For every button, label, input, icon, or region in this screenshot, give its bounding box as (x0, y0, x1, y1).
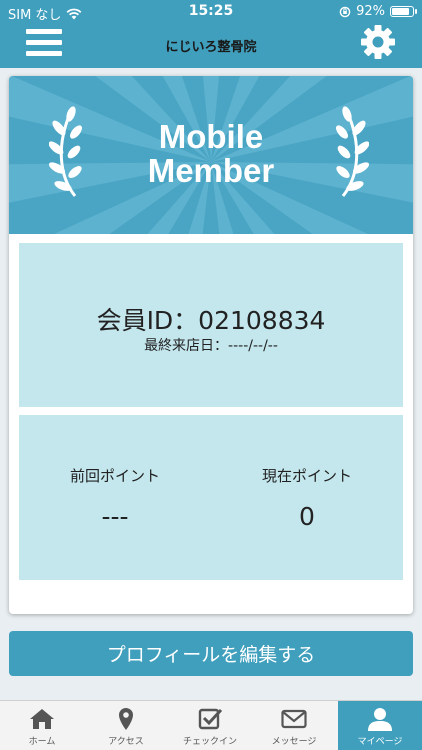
member-card: Mobile Member 会員ID：02108834 最終来店日：----/-… (9, 76, 413, 614)
tab-home[interactable]: ホーム (0, 701, 84, 750)
member-id: 会員ID：02108834 (96, 306, 326, 335)
tab-message[interactable]: メッセージ (252, 701, 336, 750)
tab-access[interactable]: アクセス (84, 701, 168, 750)
current-points: 現在ポイント 0 (211, 465, 403, 531)
settings-gear-icon[interactable] (360, 24, 396, 60)
current-points-value: 0 (299, 502, 315, 531)
tab-checkin-label: チェックイン (182, 737, 237, 747)
home-icon (30, 709, 54, 729)
previous-points-value: --- (101, 502, 129, 531)
orientation-lock-icon (339, 6, 351, 17)
battery-icon (390, 6, 417, 17)
tab-bar: ホーム アクセス チェックイン メッセージ マイページ (0, 700, 422, 750)
member-id-panel: 会員ID：02108834 最終来店日：----/--/-- (19, 243, 403, 407)
tab-mypage[interactable]: マイページ (338, 701, 422, 750)
tab-message-label: メッセージ (271, 737, 317, 747)
tab-checkin[interactable]: チェックイン (168, 701, 252, 750)
edit-profile-button[interactable]: プロフィールを編集する (9, 631, 413, 676)
checkin-icon (198, 708, 223, 730)
user-icon (368, 708, 392, 731)
battery-percent: 92% (356, 4, 385, 19)
map-pin-icon (119, 708, 133, 730)
status-bar: SIM なし 15:25 92% (0, 0, 422, 24)
tab-home-label: ホーム (28, 737, 56, 747)
tab-access-label: アクセス (108, 737, 144, 747)
envelope-icon (281, 709, 307, 729)
laurel-right-icon (336, 106, 369, 197)
current-points-label: 現在ポイント (261, 467, 352, 485)
member-banner: Mobile Member (9, 76, 413, 234)
points-panel: 前回ポイント --- 現在ポイント 0 (19, 415, 403, 580)
top-bar: SIM なし 15:25 92% にじいろ整骨院 (0, 0, 422, 68)
tab-mypage-label: マイページ (357, 737, 403, 747)
previous-points-label: 前回ポイント (69, 467, 160, 485)
last-visit-date: 最終来店日：----/--/-- (144, 338, 278, 354)
app-logo: にじいろ整骨院 (165, 40, 257, 55)
previous-points: 前回ポイント --- (19, 465, 211, 531)
